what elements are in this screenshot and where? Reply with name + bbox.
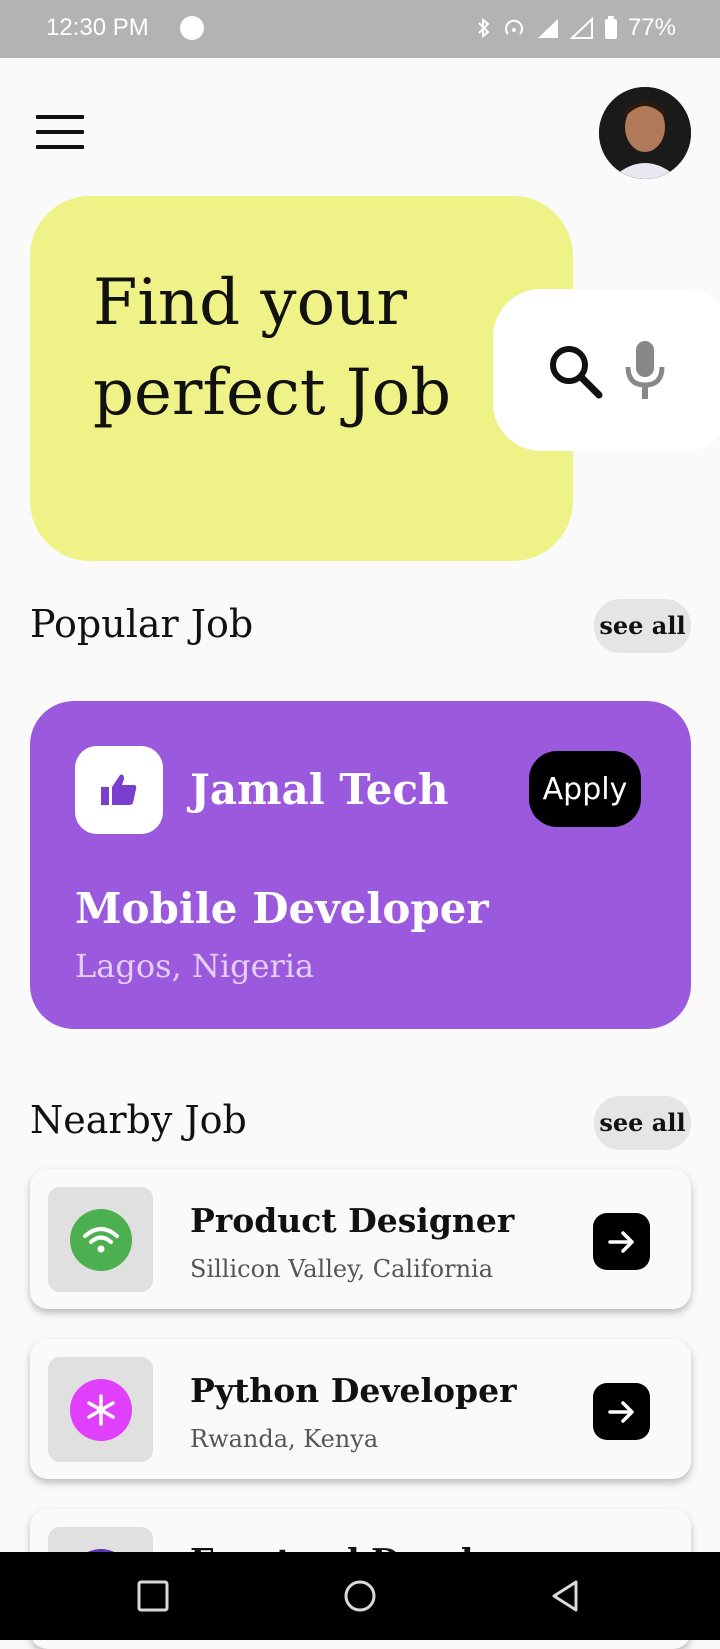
apply-button[interactable]: Apply	[529, 751, 641, 827]
nearby-see-all-button[interactable]: see all	[594, 1096, 691, 1150]
job-thumbnail	[48, 1187, 153, 1292]
job-location: Lagos, Nigeria	[75, 947, 315, 985]
snowflake-icon	[69, 1378, 132, 1441]
company-name: Jamal Tech	[190, 765, 449, 814]
nearby-job-title-1: Product Designer	[190, 1201, 515, 1240]
company-logo	[75, 746, 163, 834]
nearby-job-title-2: Python Developer	[190, 1371, 517, 1410]
thumbs-up-icon	[101, 774, 137, 805]
popular-job-title: Popular Job	[30, 602, 254, 646]
battery-level: 77%	[627, 14, 676, 41]
arrow-right-icon[interactable]	[593, 1383, 650, 1440]
popular-job-card[interactable]: Jamal Tech Apply Mobile Developer Lagos,…	[30, 701, 691, 1029]
signal-2-icon	[569, 17, 593, 39]
wifi-icon	[69, 1208, 132, 1271]
bluetooth-icon	[478, 17, 490, 39]
popular-see-all-button[interactable]: see all	[594, 599, 691, 653]
search-icon[interactable]	[547, 343, 603, 399]
nearby-job-location-2: Rwanda, Kenya	[190, 1425, 379, 1453]
status-icons: 77%	[476, 14, 676, 42]
avatar[interactable]	[599, 87, 691, 179]
home-button[interactable]	[343, 1579, 377, 1613]
status-time: 12:30 PM	[46, 14, 149, 41]
nearby-job-card[interactable]: Product Designer Sillicon Valley, Califo…	[30, 1169, 691, 1309]
nearby-job-card[interactable]: Python Developer Rwanda, Kenya	[30, 1339, 691, 1479]
mic-icon[interactable]	[623, 339, 667, 401]
hero-title: Find your perfect Job	[93, 266, 452, 430]
notification-app-icon	[180, 16, 204, 40]
hero-banner: Find your perfect Job	[30, 196, 573, 561]
system-nav-bar	[0, 1552, 720, 1640]
battery-icon	[604, 16, 617, 39]
signal-icon	[537, 19, 558, 38]
back-button[interactable]	[548, 1579, 582, 1613]
nearby-job-location-1: Sillicon Valley, California	[190, 1255, 494, 1283]
arrow-right-icon[interactable]	[593, 1213, 650, 1270]
menu-icon[interactable]	[36, 115, 84, 151]
job-title: Mobile Developer	[75, 884, 489, 933]
job-thumbnail	[48, 1357, 153, 1462]
recents-button[interactable]	[137, 1580, 169, 1612]
hotspot-icon	[505, 19, 523, 35]
search-box[interactable]	[493, 289, 720, 451]
status-bar: 12:30 PM 77%	[0, 0, 720, 58]
nearby-job-title: Nearby Job	[30, 1098, 247, 1142]
